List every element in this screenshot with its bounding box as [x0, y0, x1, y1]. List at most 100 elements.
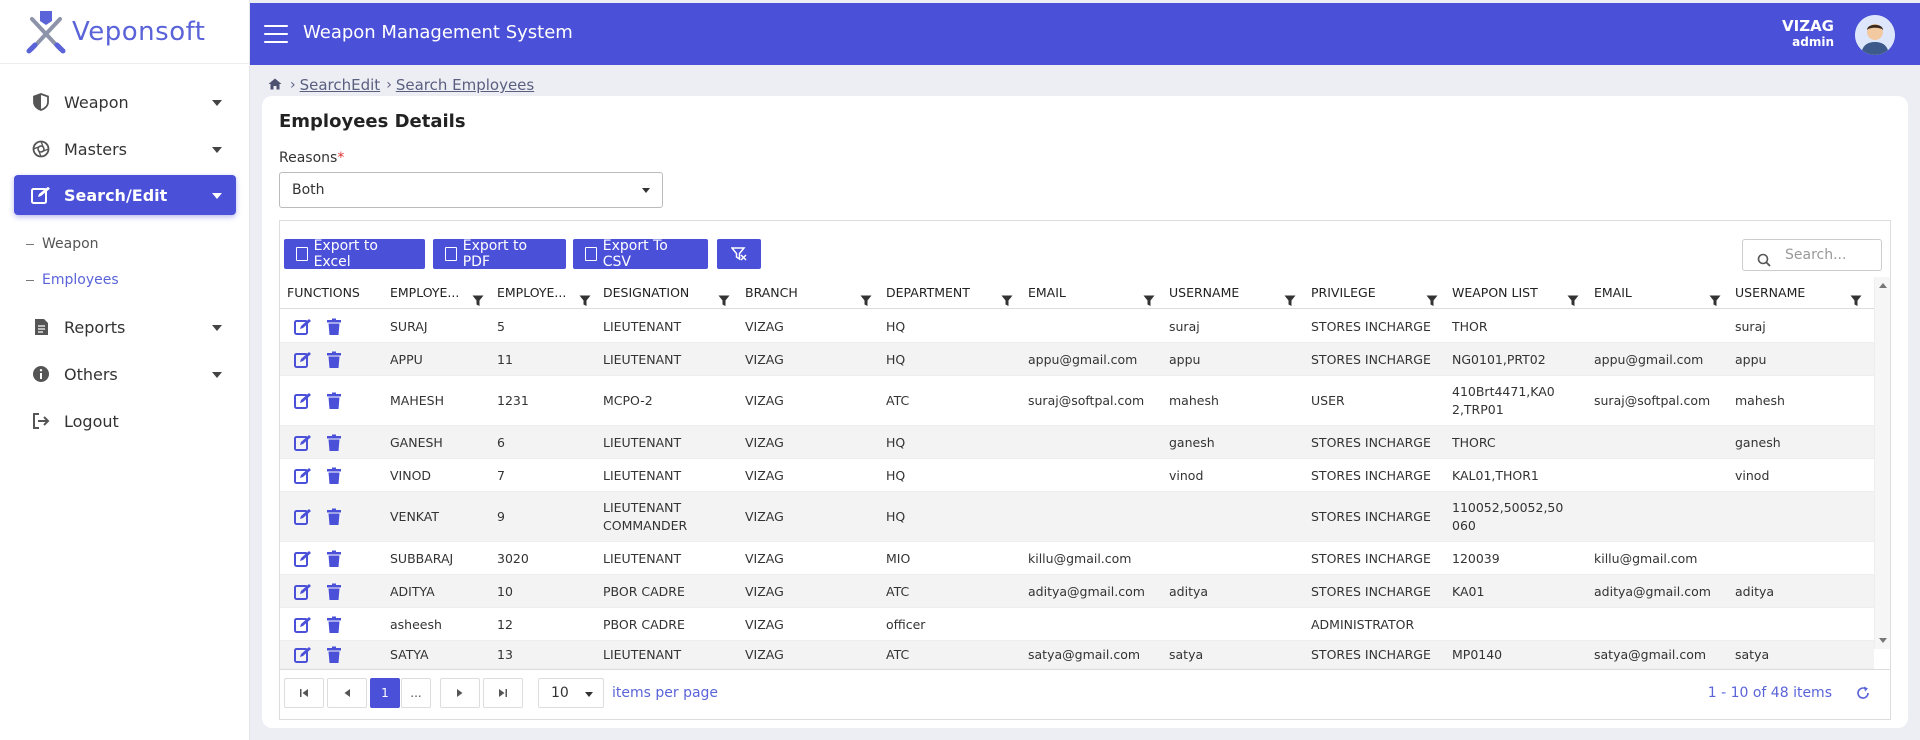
table-row[interactable]: GANESH 6 LIEUTENANT VIZAG HQ ganesh STORES INC… — [280, 426, 1874, 459]
table-cell: aditya — [1735, 583, 1775, 599]
trash-icon[interactable] — [326, 467, 344, 485]
document-icon — [30, 316, 52, 338]
sidebar-item-others[interactable]: Others — [14, 354, 236, 394]
edit-icon[interactable] — [294, 318, 312, 336]
trash-icon[interactable] — [326, 318, 344, 336]
export-csv-button[interactable]: Export To CSV — [573, 238, 708, 270]
vertical-scrollbar[interactable] — [1874, 277, 1890, 649]
column-header[interactable]: PRIVILEGE — [1311, 277, 1447, 309]
row-functions — [294, 351, 344, 369]
avatar[interactable] — [1855, 15, 1895, 55]
page-size-select[interactable]: 10 — [538, 678, 604, 708]
table-row[interactable]: SUBBARAJ 3020 LIEUTENANT VIZAG MIO killu@gmai… — [280, 542, 1874, 575]
table-row[interactable]: SURAJ 5 LIEUTENANT VIZAG HQ suraj STORES INCHA… — [280, 310, 1874, 343]
column-header[interactable]: DESIGNATION — [603, 277, 739, 309]
filter-icon[interactable] — [1426, 287, 1438, 306]
trash-icon[interactable] — [326, 646, 344, 664]
last-page-button[interactable] — [483, 678, 523, 708]
table-cell: VIZAG — [745, 583, 784, 599]
breadcrumb-searchedit[interactable]: SearchEdit — [300, 76, 381, 94]
table-cell: ganesh — [1735, 434, 1781, 450]
table-cell: suraj — [1169, 318, 1200, 334]
filter-icon[interactable] — [718, 287, 730, 306]
table-cell: satya@gmail.com — [1594, 647, 1707, 662]
sidebar-item-masters[interactable]: Masters — [14, 129, 236, 169]
trash-icon[interactable] — [326, 392, 344, 410]
column-header[interactable]: EMAIL — [1028, 277, 1164, 309]
filter-icon[interactable] — [1567, 287, 1579, 306]
edit-icon[interactable] — [294, 616, 312, 634]
table-row[interactable]: SATYA 13 LIEUTENANT VIZAG ATC satya@gmail.com… — [280, 641, 1874, 669]
first-page-icon — [300, 689, 308, 697]
trash-icon[interactable] — [326, 508, 344, 526]
table-row[interactable]: asheesh 12 PBOR CADRE VIZAG officer ADMINISTR… — [280, 608, 1874, 641]
column-header[interactable]: USERNAME — [1735, 277, 1871, 309]
sidebar-item-reports[interactable]: Reports — [14, 307, 236, 347]
column-header[interactable]: EMAIL — [1594, 277, 1730, 309]
edit-icon[interactable] — [294, 508, 312, 526]
edit-icon[interactable] — [294, 550, 312, 568]
column-header[interactable]: BRANCH — [745, 277, 881, 309]
edit-icon[interactable] — [294, 434, 312, 452]
hamburger-menu-icon[interactable] — [264, 25, 288, 43]
prev-page-button[interactable] — [327, 678, 367, 708]
sidebar-item-search-edit[interactable]: Search/Edit — [14, 175, 236, 215]
filter-icon[interactable] — [1001, 287, 1013, 306]
column-header[interactable]: USERNAME — [1169, 277, 1305, 309]
breadcrumb-search-employees[interactable]: Search Employees — [396, 76, 534, 94]
table-cell: STORES INCHARGE — [1311, 434, 1431, 450]
edit-icon[interactable] — [294, 392, 312, 410]
table-row[interactable]: MAHESH 1231 MCPO-2 VIZAG ATC suraj@softpal.co… — [280, 376, 1874, 426]
column-header[interactable]: FUNCTIONS — [287, 277, 387, 309]
first-page-button[interactable] — [284, 678, 324, 708]
filter-icon[interactable] — [1284, 287, 1296, 306]
grid-search-input[interactable]: Search... — [1742, 239, 1882, 271]
next-page-button[interactable] — [440, 678, 480, 708]
refresh-icon[interactable] — [1856, 686, 1870, 704]
filter-icon[interactable] — [1709, 287, 1721, 306]
table-cell: STORES INCHARGE — [1311, 509, 1431, 524]
export-pdf-button[interactable]: Export to PDF — [433, 238, 566, 270]
sidebar-item-weapon[interactable]: Weapon — [14, 82, 236, 122]
home-icon[interactable] — [268, 76, 282, 94]
edit-icon[interactable] — [294, 646, 312, 664]
trash-icon[interactable] — [326, 583, 344, 601]
trash-icon[interactable] — [326, 434, 344, 452]
table-row[interactable]: VINOD 7 LIEUTENANT VIZAG HQ vinod STORES INCHA… — [280, 459, 1874, 492]
sidebar-subitem-employees[interactable]: Employees — [26, 272, 119, 288]
table-row[interactable]: VENKAT 9 LIEUTENANT COMMANDER VIZAG HQ STORES… — [280, 492, 1874, 542]
row-functions — [294, 616, 344, 634]
export-excel-button[interactable]: Export to Excel — [284, 238, 425, 270]
table-cell: satya — [1169, 647, 1204, 662]
required-marker: * — [337, 150, 345, 166]
table-cell: aditya@gmail.com — [1594, 583, 1711, 599]
clear-filter-button[interactable] — [717, 239, 761, 269]
trash-icon[interactable] — [326, 616, 344, 634]
filter-icon[interactable] — [1143, 287, 1155, 306]
sidebar-item-logout[interactable]: Logout — [14, 401, 236, 441]
column-header[interactable]: WEAPON LIST — [1452, 277, 1588, 309]
filter-icon[interactable] — [1850, 287, 1862, 306]
trash-icon[interactable] — [326, 550, 344, 568]
row-functions — [294, 550, 344, 568]
edit-icon[interactable] — [294, 583, 312, 601]
reasons-dropdown[interactable]: Both — [279, 172, 663, 208]
brand-logo[interactable]: Veponsoft — [0, 0, 249, 64]
table-cell: THORC — [1452, 434, 1496, 450]
sidebar-subitem-weapon[interactable]: Weapon — [26, 236, 99, 252]
page-number-button[interactable]: 1 — [370, 678, 400, 708]
filter-icon[interactable] — [472, 287, 484, 306]
table-row[interactable]: ADITYA 10 PBOR CADRE VIZAG ATC aditya@gmail.c… — [280, 575, 1874, 608]
scroll-down-icon[interactable] — [1879, 638, 1887, 643]
filter-icon[interactable] — [860, 287, 872, 306]
filter-icon[interactable] — [579, 287, 591, 306]
trash-icon[interactable] — [326, 351, 344, 369]
table-row[interactable]: APPU 11 LIEUTENANT VIZAG HQ appu@gmail.com app… — [280, 343, 1874, 376]
chevron-down-icon — [212, 372, 222, 378]
scroll-up-icon[interactable] — [1879, 283, 1887, 288]
edit-icon[interactable] — [294, 467, 312, 485]
column-header[interactable]: DEPARTMENT — [886, 277, 1022, 309]
table-cell: LIEUTENANT — [603, 318, 682, 334]
page-ellipsis-button[interactable]: ... — [401, 678, 431, 708]
edit-icon[interactable] — [294, 351, 312, 369]
